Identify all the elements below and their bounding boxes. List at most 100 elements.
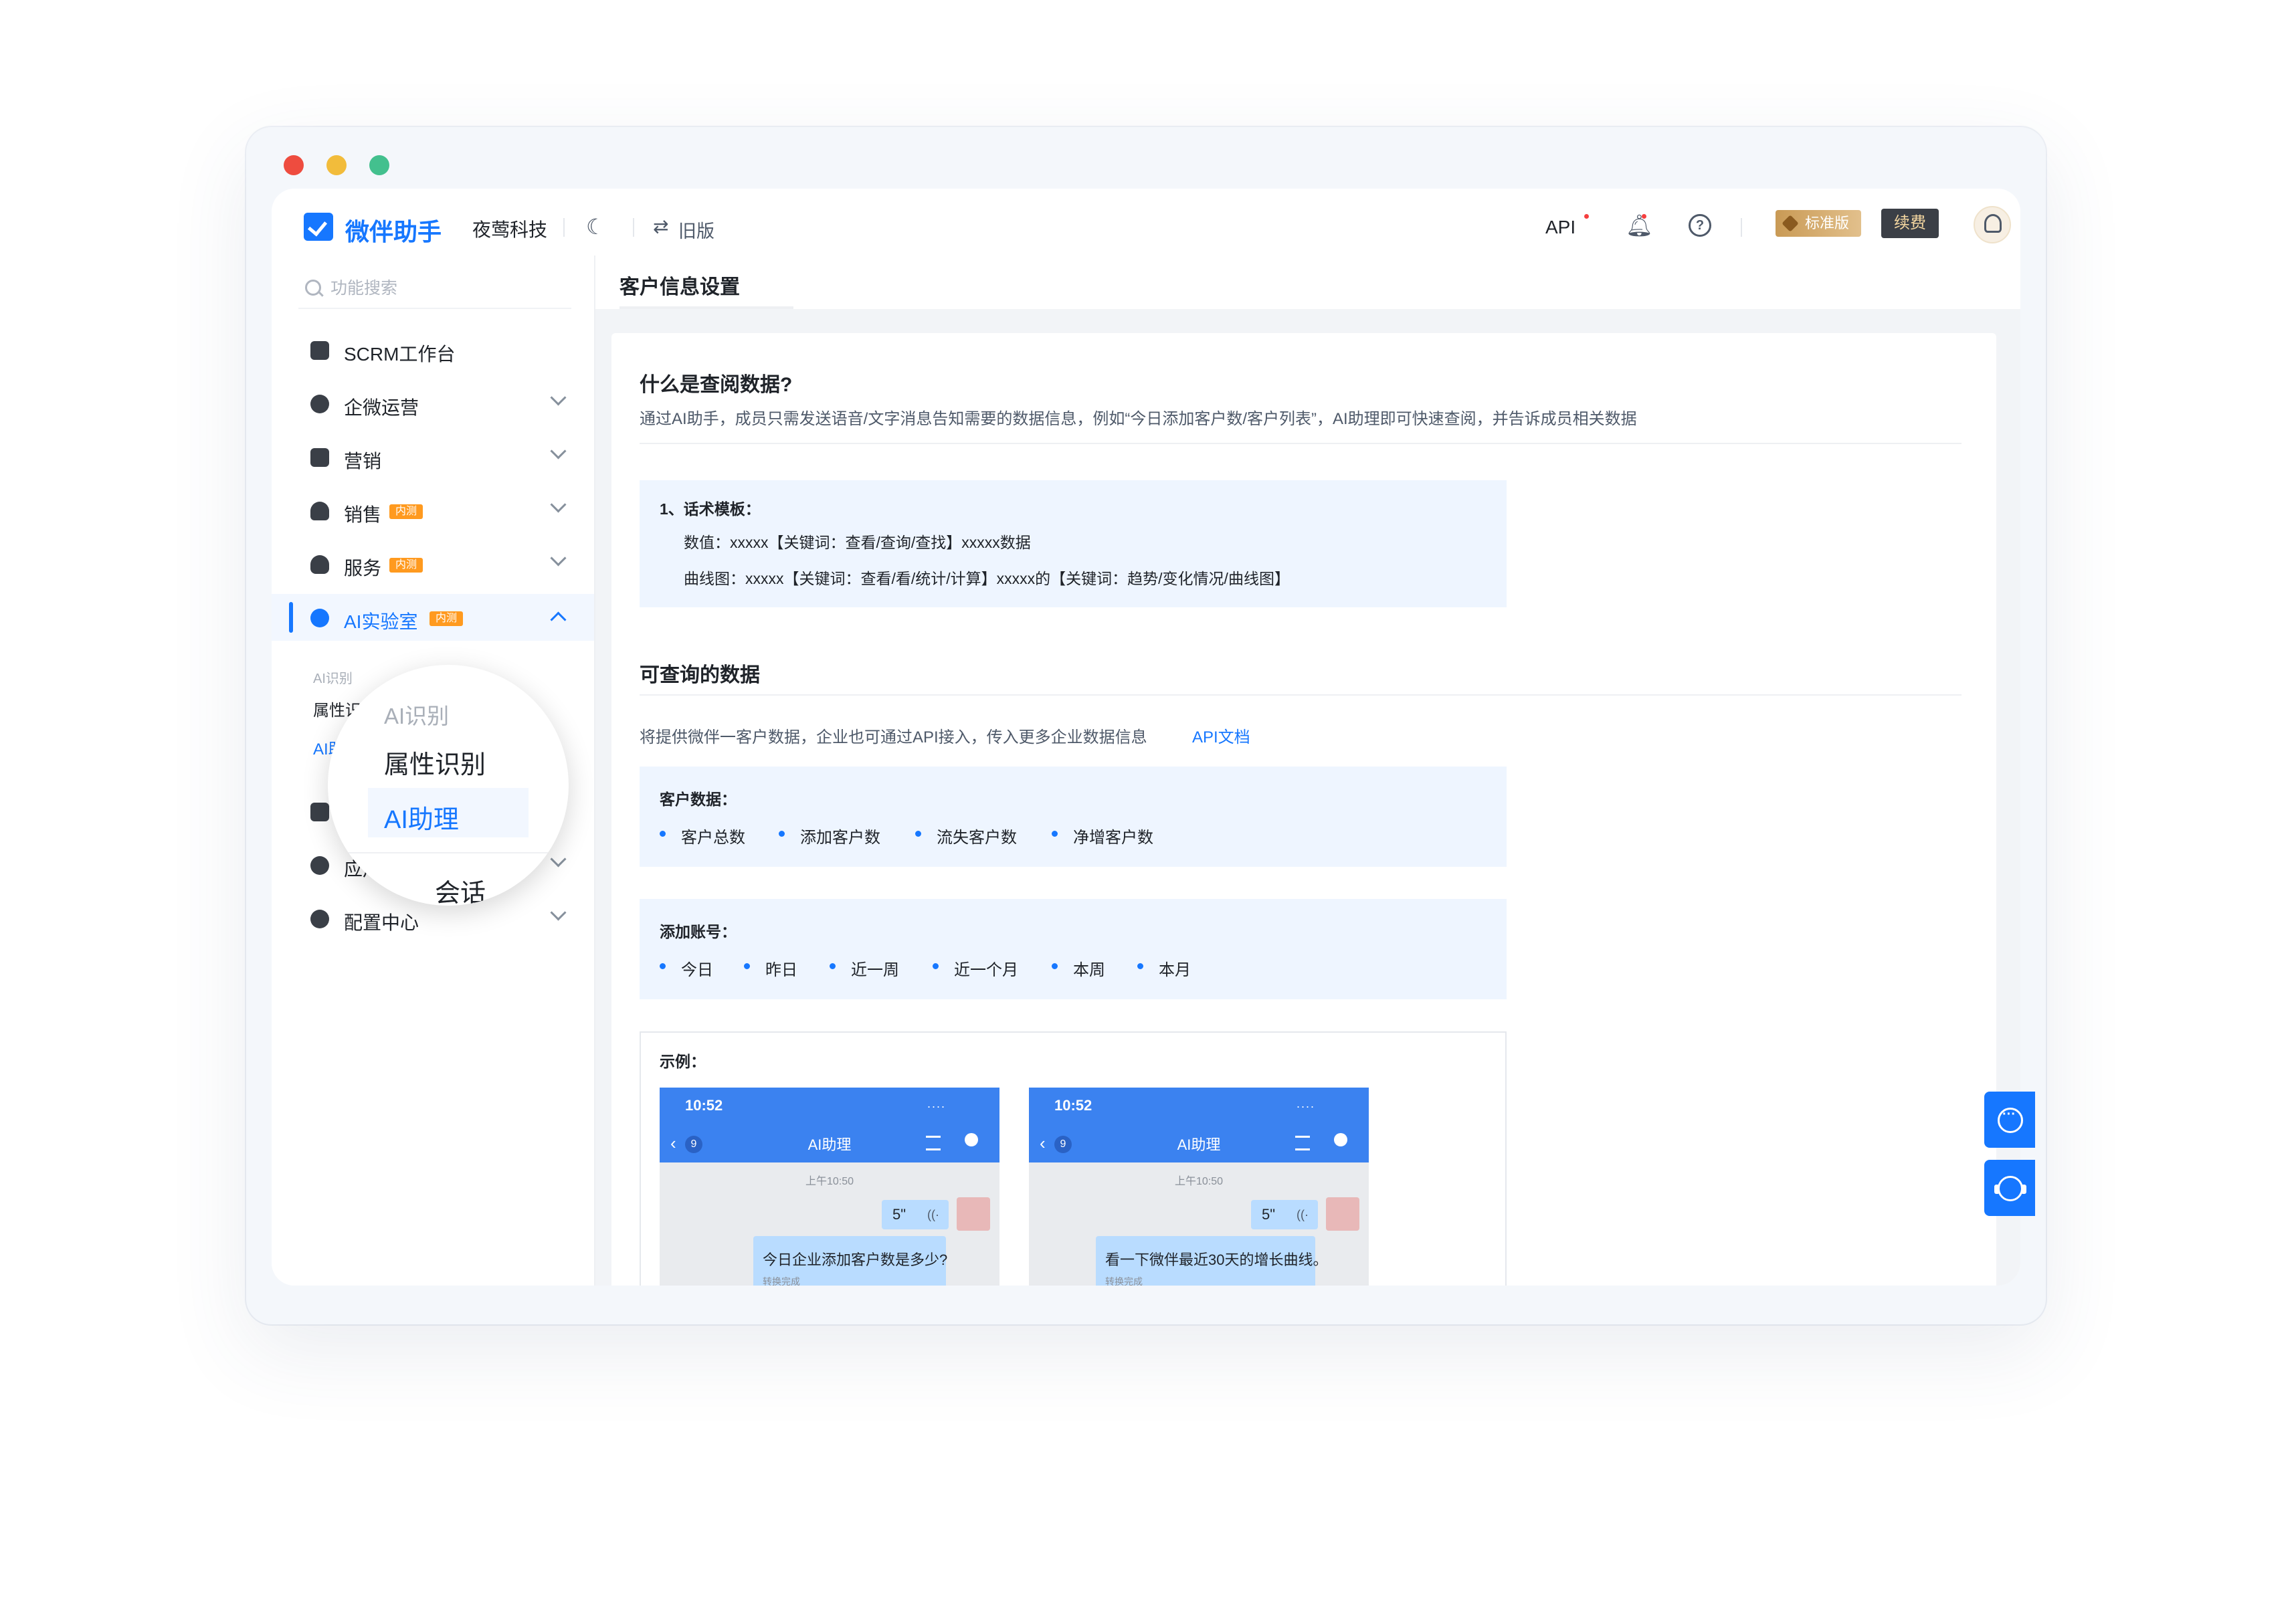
message-text: 今日企业添加客户数是多少?	[763, 1251, 948, 1268]
active-indicator	[289, 602, 293, 633]
window-maximize-button[interactable]	[369, 155, 389, 175]
window-minimize-button[interactable]	[326, 155, 347, 175]
list-item: 净增客户数	[1052, 824, 1153, 847]
service-float-button[interactable]	[1984, 1160, 2035, 1216]
gear-icon	[310, 910, 329, 928]
magnifier-attribute-item[interactable]: 属性识别	[384, 744, 486, 781]
template-title: 1、话术模板：	[660, 500, 761, 518]
phone-title: AI助理	[807, 1136, 852, 1153]
message-note: 转换完成	[1105, 1276, 1143, 1286]
user-icon	[1334, 1133, 1347, 1146]
sidebar-item-wecom-ops[interactable]: 企微运营	[272, 380, 594, 427]
sidebar-item-label: 配置中心	[344, 912, 419, 933]
old-version-link[interactable]: 旧版	[678, 217, 714, 243]
logo-check-icon	[304, 213, 333, 241]
heart-hand-icon	[310, 555, 329, 574]
api-doc-link[interactable]: API文档	[1192, 724, 1250, 747]
section-title-queryable: 可查询的数据	[640, 664, 760, 686]
notification-dot	[1642, 214, 1646, 219]
menu-icon	[1295, 1136, 1310, 1150]
bell-icon[interactable]: 🔔︎	[1626, 213, 1653, 238]
user-avatar[interactable]	[1974, 206, 2011, 243]
sidebar-item-label: AI实验室	[344, 611, 418, 632]
message-note: 转换完成	[763, 1276, 800, 1286]
menu-icon	[926, 1136, 941, 1150]
sidebar-item-ai-lab[interactable]: AI实验室 内测	[272, 594, 594, 641]
content-card: 什么是查阅数据? 通过AI助手，成员只需发送语音/文字消息告知需要的数据信息，例…	[611, 333, 1996, 1286]
list-item: 昨日	[744, 956, 797, 980]
phone-status: ....	[1297, 1097, 1316, 1110]
window-close-button[interactable]	[284, 155, 304, 175]
sound-wave-icon: ((·	[927, 1208, 939, 1221]
beta-tag: 内测	[429, 611, 463, 626]
brand-name[interactable]: 微伴助手	[345, 213, 442, 247]
sidebar-item-service[interactable]: 服务 内测	[272, 540, 594, 587]
section-desc: 将提供微伴一客户数据，企业也可通过API接入，传入更多企业数据信息	[640, 728, 1147, 746]
chevron-up-icon	[550, 611, 567, 628]
divider	[328, 852, 569, 853]
marketing-icon	[310, 448, 329, 467]
list-item: 流失客户数	[915, 824, 1017, 847]
sidebar-item-label: 企微运营	[344, 397, 419, 418]
list-item: 本月	[1137, 956, 1191, 980]
chevron-down-icon	[550, 851, 567, 868]
api-link[interactable]: API	[1545, 217, 1575, 238]
sidebar-item-sales[interactable]: 销售 内测	[272, 487, 594, 534]
beta-tag: 内测	[389, 558, 423, 573]
chat-avatar	[957, 1197, 990, 1231]
text-message: 看一下微伴最近30天的增长曲线。 转换完成	[1096, 1236, 1327, 1286]
beta-tag: 内测	[389, 504, 423, 519]
message-time: 上午10:50	[805, 1176, 854, 1187]
list-item: 近一周	[830, 956, 899, 980]
ai-icon	[310, 609, 329, 627]
sidebar-item-marketing[interactable]: 营销	[272, 433, 594, 480]
search-icon	[305, 280, 321, 296]
chat-icon	[1998, 1107, 2023, 1133]
renew-button[interactable]: 续费	[1881, 209, 1939, 238]
switch-icon[interactable]: ⇄	[653, 215, 668, 237]
moon-icon[interactable]: ☾	[586, 214, 605, 239]
phone-example-2: 10:52 .... ‹ 9 AI助理 上午10:50 5" ((· 看一下微伴…	[1029, 1088, 1369, 1286]
phone-status: ....	[927, 1097, 947, 1110]
divider	[640, 443, 1962, 444]
chevron-down-icon	[550, 389, 567, 406]
sound-wave-icon: ((·	[1297, 1208, 1309, 1221]
chat-avatar	[1326, 1197, 1359, 1231]
sidebar-item-label: 服务	[344, 558, 382, 579]
magnifier-ai-assistant-item[interactable]: AI助理	[384, 799, 459, 835]
chevron-down-icon	[550, 904, 567, 921]
chat-float-button[interactable]	[1984, 1092, 2035, 1148]
sidebar-item-label: 营销	[344, 451, 382, 472]
company-name[interactable]: 夜莺科技	[472, 215, 547, 242]
magnifier-overlay: AI识别 属性识别 AI助理 会话	[328, 665, 569, 906]
account-box: 添加账号： 今日 昨日 近一周 近一个月 本周 本月	[640, 899, 1507, 999]
user-group-icon	[310, 502, 329, 520]
divider	[563, 218, 565, 237]
chevron-down-icon	[550, 496, 567, 513]
edition-badge[interactable]: 标准版	[1776, 210, 1861, 237]
page-title[interactable]: 客户信息设置	[619, 270, 740, 300]
sidebar-item-scrm[interactable]: SCRM工作台	[272, 326, 594, 373]
help-icon[interactable]: ?	[1689, 214, 1711, 237]
divider	[1741, 218, 1742, 237]
edition-label: 标准版	[1805, 215, 1850, 231]
page-tabbar: 客户信息设置	[595, 256, 2020, 309]
phone-time: 10:52	[1054, 1097, 1092, 1114]
list-item: 客户总数	[660, 824, 745, 847]
main-area: 客户信息设置 什么是查阅数据? 通过AI助手，成员只需发送语音/文字消息告知需要…	[595, 256, 2020, 1286]
tab-underline	[619, 306, 793, 309]
list-item: 近一个月	[933, 956, 1018, 980]
phone-time: 10:52	[685, 1097, 723, 1114]
chevron-down-icon	[550, 443, 567, 460]
divider	[633, 218, 634, 237]
sidebar-item-label: 销售	[344, 504, 382, 525]
section-intro: 通过AI助手，成员只需发送语音/文字消息告知需要的数据信息，例如“今日添加客户数…	[640, 410, 1637, 428]
customer-data-title: 客户数据：	[660, 791, 737, 808]
text-message: 今日企业添加客户数是多少? 转换完成	[753, 1236, 948, 1286]
headset-icon	[1994, 1176, 2026, 1201]
magnifier-session-item[interactable]: 会话	[435, 872, 486, 906]
account-title: 添加账号：	[660, 923, 737, 940]
list-item: 今日	[660, 956, 713, 980]
magnifier-group-label: AI识别	[384, 704, 450, 728]
function-search-input[interactable]	[329, 273, 533, 304]
